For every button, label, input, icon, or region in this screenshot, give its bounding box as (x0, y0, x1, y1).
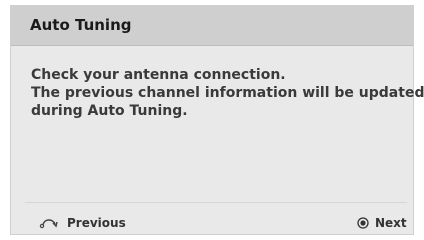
message-line-1: Check your antenna connection. (31, 67, 286, 83)
next-button[interactable]: Next (357, 213, 407, 233)
previous-label: Previous (67, 216, 126, 230)
previous-button[interactable]: Previous (39, 213, 126, 233)
dialog-header: Auto Tuning (11, 6, 413, 46)
return-icon (39, 216, 59, 230)
dialog-title: Auto Tuning (30, 16, 132, 34)
auto-tuning-dialog: Auto Tuning Check your antenna connectio… (10, 5, 424, 235)
message-line-3: during Auto Tuning. (31, 103, 188, 119)
enter-button-icon (357, 217, 369, 229)
message-line-2: The previous channel information will be… (31, 85, 424, 101)
footer-divider (25, 202, 407, 203)
dialog-message: Check your antenna connection. The previ… (31, 66, 424, 120)
next-label: Next (375, 216, 407, 230)
